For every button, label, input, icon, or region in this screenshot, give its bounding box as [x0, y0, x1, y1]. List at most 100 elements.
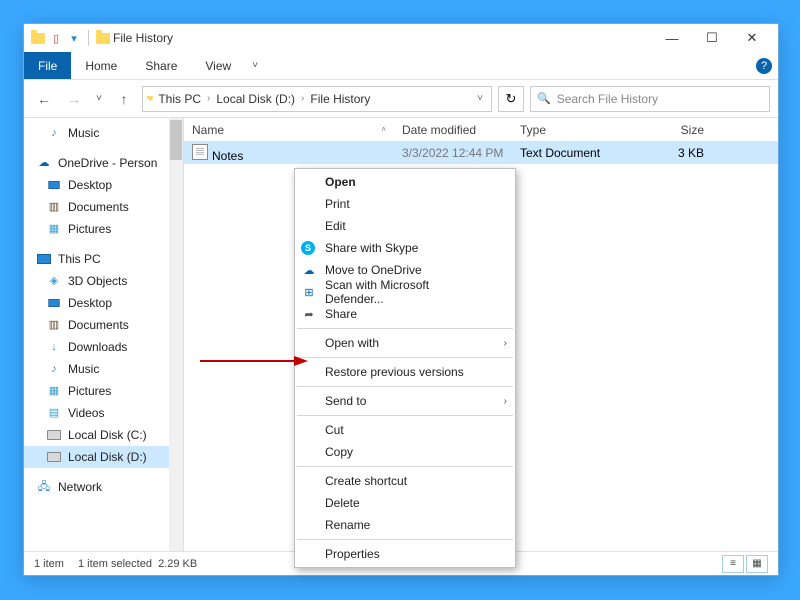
sidebar-od-documents[interactable]: ▥Documents	[24, 196, 183, 218]
sidebar-od-pictures[interactable]: ▦Pictures	[24, 218, 183, 240]
sidebar-drive-c[interactable]: Local Disk (C:)	[24, 424, 183, 446]
search-placeholder: Search File History	[557, 92, 658, 106]
submenu-arrow-icon: ›	[504, 396, 507, 407]
menu-openwith[interactable]: Open with›	[295, 332, 515, 354]
pictures-icon: ▦	[46, 384, 62, 398]
menu-edit[interactable]: Edit	[295, 215, 515, 237]
sidebar-pictures[interactable]: ▦Pictures	[24, 380, 183, 402]
status-item-count: 1 item	[34, 558, 64, 570]
menu-open[interactable]: Open	[295, 171, 515, 193]
sidebar-music-quick[interactable]: ♪Music	[24, 122, 183, 144]
scrollbar-thumb[interactable]	[170, 120, 182, 160]
crumb-thispc[interactable]: This PC	[154, 92, 205, 106]
file-row[interactable]: Notes 3/3/2022 12:44 PM Text Document 3 …	[184, 142, 778, 164]
refresh-button[interactable]: ↻	[498, 86, 524, 112]
help-button[interactable]: ?	[750, 52, 778, 79]
column-headers: Name˄ Date modified Type Size	[184, 118, 778, 142]
ribbon-expand-button[interactable]: ˅	[245, 52, 265, 79]
menu-properties[interactable]: Properties	[295, 543, 515, 565]
qat-icon-2[interactable]: ▾	[66, 30, 82, 46]
cloud-icon: ☁	[36, 156, 52, 170]
menu-cut[interactable]: Cut	[295, 419, 515, 441]
menu-separator	[297, 386, 513, 387]
crumb-folder[interactable]: File History	[306, 92, 374, 106]
close-button[interactable]: ✕	[732, 24, 772, 52]
nav-back-button[interactable]: ←	[32, 87, 56, 111]
view-icons-button[interactable]: ▦	[746, 555, 768, 573]
address-bar[interactable]: › This PC › Local Disk (D:) › File Histo…	[142, 86, 492, 112]
shield-icon: ⊞	[301, 284, 317, 300]
sidebar-documents[interactable]: ▥Documents	[24, 314, 183, 336]
menu-separator	[297, 357, 513, 358]
status-selected: 1 item selected 2.29 KB	[78, 558, 197, 570]
folder-icon	[30, 30, 46, 46]
nav-history-dropdown[interactable]: ˅	[92, 87, 106, 111]
view-buttons: ≡ ▦	[722, 555, 768, 573]
col-type[interactable]: Type	[512, 123, 632, 137]
nav-up-button[interactable]: ↑	[112, 87, 136, 111]
sidebar-music[interactable]: ♪Music	[24, 358, 183, 380]
sidebar-onedrive[interactable]: ☁OneDrive - Person	[24, 152, 183, 174]
share-icon: ➦	[301, 306, 317, 322]
tab-share[interactable]: Share	[131, 52, 191, 79]
address-dropdown[interactable]: ˅	[473, 93, 487, 104]
col-size[interactable]: Size	[632, 123, 712, 137]
tab-view[interactable]: View	[191, 52, 245, 79]
sidebar-downloads[interactable]: ↓Downloads	[24, 336, 183, 358]
sidebar-thispc[interactable]: This PC	[24, 248, 183, 270]
sidebar-scrollbar[interactable]	[169, 118, 183, 551]
minimize-button[interactable]: —	[652, 24, 692, 52]
ribbon: File Home Share View ˅ ?	[24, 52, 778, 80]
documents-icon: ▥	[46, 318, 62, 332]
menu-separator	[297, 466, 513, 467]
col-name[interactable]: Name˄	[184, 123, 394, 137]
menu-rename[interactable]: Rename	[295, 514, 515, 536]
sidebar-drive-d[interactable]: Local Disk (D:)	[24, 446, 183, 468]
menu-separator	[297, 539, 513, 540]
menu-restore[interactable]: Restore previous versions	[295, 361, 515, 383]
menu-delete[interactable]: Delete	[295, 492, 515, 514]
menu-separator	[297, 415, 513, 416]
window-title: File History	[113, 31, 173, 45]
crumb-sep: ›	[149, 93, 152, 104]
file-name-cell: Notes	[184, 144, 394, 163]
crumb-drive[interactable]: Local Disk (D:)	[212, 92, 299, 106]
tab-file[interactable]: File	[24, 52, 71, 79]
video-icon: ▤	[46, 406, 62, 420]
desktop-icon	[46, 296, 62, 310]
menu-print[interactable]: Print	[295, 193, 515, 215]
maximize-button[interactable]: ☐	[692, 24, 732, 52]
sidebar-videos[interactable]: ▤Videos	[24, 402, 183, 424]
qat-icon-1[interactable]: ▯	[48, 30, 64, 46]
file-date-cell: 3/3/2022 12:44 PM	[394, 146, 512, 160]
desktop-icon	[46, 178, 62, 192]
menu-skype[interactable]: SShare with Skype	[295, 237, 515, 259]
view-details-button[interactable]: ≡	[722, 555, 744, 573]
search-input[interactable]: 🔍 Search File History	[530, 86, 770, 112]
sidebar-network[interactable]: 🖧Network	[24, 476, 183, 498]
sidebar-od-desktop[interactable]: Desktop	[24, 174, 183, 196]
text-file-icon	[192, 144, 208, 160]
col-date[interactable]: Date modified	[394, 123, 512, 137]
sidebar-3d-objects[interactable]: ◈3D Objects	[24, 270, 183, 292]
file-type-cell: Text Document	[512, 146, 632, 160]
crumb-sep: ›	[301, 93, 304, 104]
pictures-icon: ▦	[46, 222, 62, 236]
3d-icon: ◈	[46, 274, 62, 288]
menu-defender[interactable]: ⊞Scan with Microsoft Defender...	[295, 281, 515, 303]
menu-sendto[interactable]: Send to›	[295, 390, 515, 412]
submenu-arrow-icon: ›	[504, 338, 507, 349]
titlebar: ▯ ▾ File History — ☐ ✕	[24, 24, 778, 52]
nav-forward-button[interactable]: →	[62, 87, 86, 111]
menu-copy[interactable]: Copy	[295, 441, 515, 463]
download-icon: ↓	[46, 340, 62, 354]
drive-icon	[46, 428, 62, 442]
menu-separator	[297, 328, 513, 329]
cloud-icon: ☁	[301, 262, 317, 278]
menu-shortcut[interactable]: Create shortcut	[295, 470, 515, 492]
menu-share[interactable]: ➦Share	[295, 303, 515, 325]
sidebar-desktop[interactable]: Desktop	[24, 292, 183, 314]
file-size-cell: 3 KB	[632, 146, 712, 160]
tab-home[interactable]: Home	[71, 52, 131, 79]
folder-icon-2	[95, 30, 111, 46]
